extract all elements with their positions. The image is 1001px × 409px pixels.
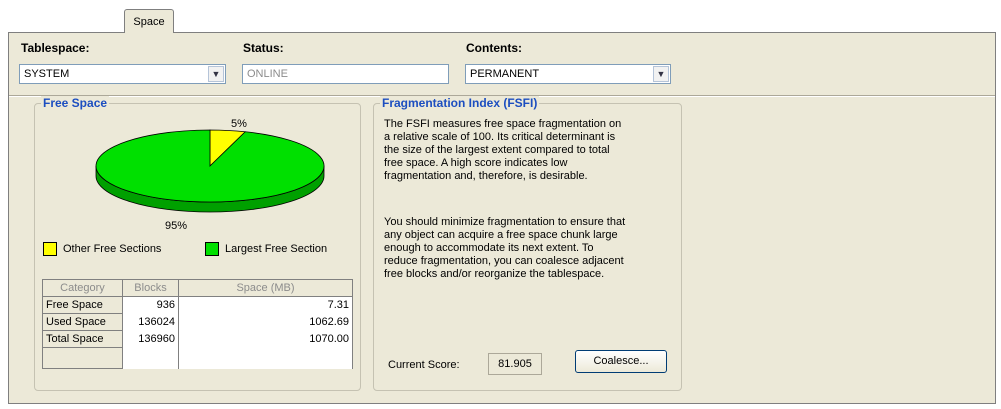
contents-select[interactable]: PERMANENT ▼	[465, 64, 671, 84]
fsfi-title: Fragmentation Index (FSFI)	[380, 96, 540, 110]
fsfi-text-line: free space. A high score indicates low	[384, 157, 568, 169]
pie-label-largest: 95%	[165, 220, 188, 232]
legend-label-largest: Largest Free Section	[225, 243, 328, 255]
row-space-empty	[178, 347, 353, 369]
chevron-down-icon[interactable]: ▼	[208, 66, 224, 82]
pie-slice-largest-free-section	[95, 129, 325, 203]
legend-swatch-other	[43, 242, 57, 256]
row-category: Total Space	[42, 330, 123, 348]
row-blocks: 136960	[122, 330, 179, 348]
fsfi-text-line: fragmentation and, therefore, is desirab…	[384, 170, 588, 182]
fsfi-group: Fragmentation Index (FSFI) The FSFI meas…	[373, 96, 682, 391]
free-space-pie-chart	[95, 129, 325, 213]
current-score-value: 81.905	[488, 353, 542, 375]
fsfi-text-line: any object can acquire a free space chun…	[384, 229, 618, 241]
fsfi-description-2: You should minimize fragmentation to ens…	[384, 216, 625, 281]
space-panel: Tablespace: SYSTEM ▼ Status: ONLINE Cont…	[8, 32, 996, 404]
table-row: Used Space 136024 1062.69	[42, 313, 353, 331]
row-blocks: 136024	[122, 313, 179, 331]
tablespace-select[interactable]: SYSTEM ▼	[19, 64, 226, 84]
coalesce-button[interactable]: Coalesce...	[575, 350, 667, 373]
status-value: ONLINE	[247, 68, 288, 80]
tablespace-value: SYSTEM	[24, 68, 70, 80]
fsfi-text-line: free blocks and/or reorganize the tables…	[384, 268, 605, 280]
table-row-empty	[42, 347, 353, 369]
row-space: 7.31	[178, 296, 353, 314]
row-category: Free Space	[42, 296, 123, 314]
space-table: Category Blocks Space (MB) Free Space 93…	[42, 279, 353, 369]
free-space-group: Free Space 5% 95% Other Free Sections La…	[34, 96, 361, 391]
column-header-category: Category	[42, 279, 123, 297]
contents-value: PERMANENT	[470, 68, 540, 80]
fsfi-text-line: a relative scale of 100. Its critical de…	[384, 131, 616, 143]
fsfi-text-line: The FSFI measures free space fragmentati…	[384, 118, 622, 130]
contents-label: Contents:	[466, 41, 522, 55]
row-blocks-empty	[122, 347, 179, 369]
legend-label-other: Other Free Sections	[63, 243, 162, 255]
row-blocks: 936	[122, 296, 179, 314]
row-category-empty	[42, 347, 123, 369]
column-header-space: Space (MB)	[178, 279, 353, 297]
tab-space[interactable]: Space	[124, 9, 174, 33]
fsfi-description-1: The FSFI measures free space fragmentati…	[384, 118, 621, 183]
table-header-row: Category Blocks Space (MB)	[42, 279, 353, 297]
tablespace-label: Tablespace:	[21, 41, 90, 55]
fsfi-text-line: the size of the largest extent compared …	[384, 144, 610, 156]
row-category: Used Space	[42, 313, 123, 331]
row-space: 1070.00	[178, 330, 353, 348]
column-header-blocks: Blocks	[122, 279, 179, 297]
table-row: Free Space 936 7.31	[42, 296, 353, 314]
fsfi-text-line: You should minimize fragmentation to ens…	[384, 216, 626, 228]
table-row: Total Space 136960 1070.00	[42, 330, 353, 348]
legend-swatch-largest	[205, 242, 219, 256]
fsfi-text-line: enough to accommodate its next extent. T…	[384, 242, 594, 254]
status-field: ONLINE	[242, 64, 449, 84]
row-space: 1062.69	[178, 313, 353, 331]
current-score-label: Current Score:	[388, 359, 460, 371]
fsfi-text-line: reduce fragmentation, you can coalesce a…	[384, 255, 624, 267]
chevron-down-icon[interactable]: ▼	[653, 66, 669, 82]
free-space-title: Free Space	[41, 96, 110, 110]
pie-label-other: 5%	[231, 118, 247, 130]
status-label: Status:	[243, 41, 284, 55]
